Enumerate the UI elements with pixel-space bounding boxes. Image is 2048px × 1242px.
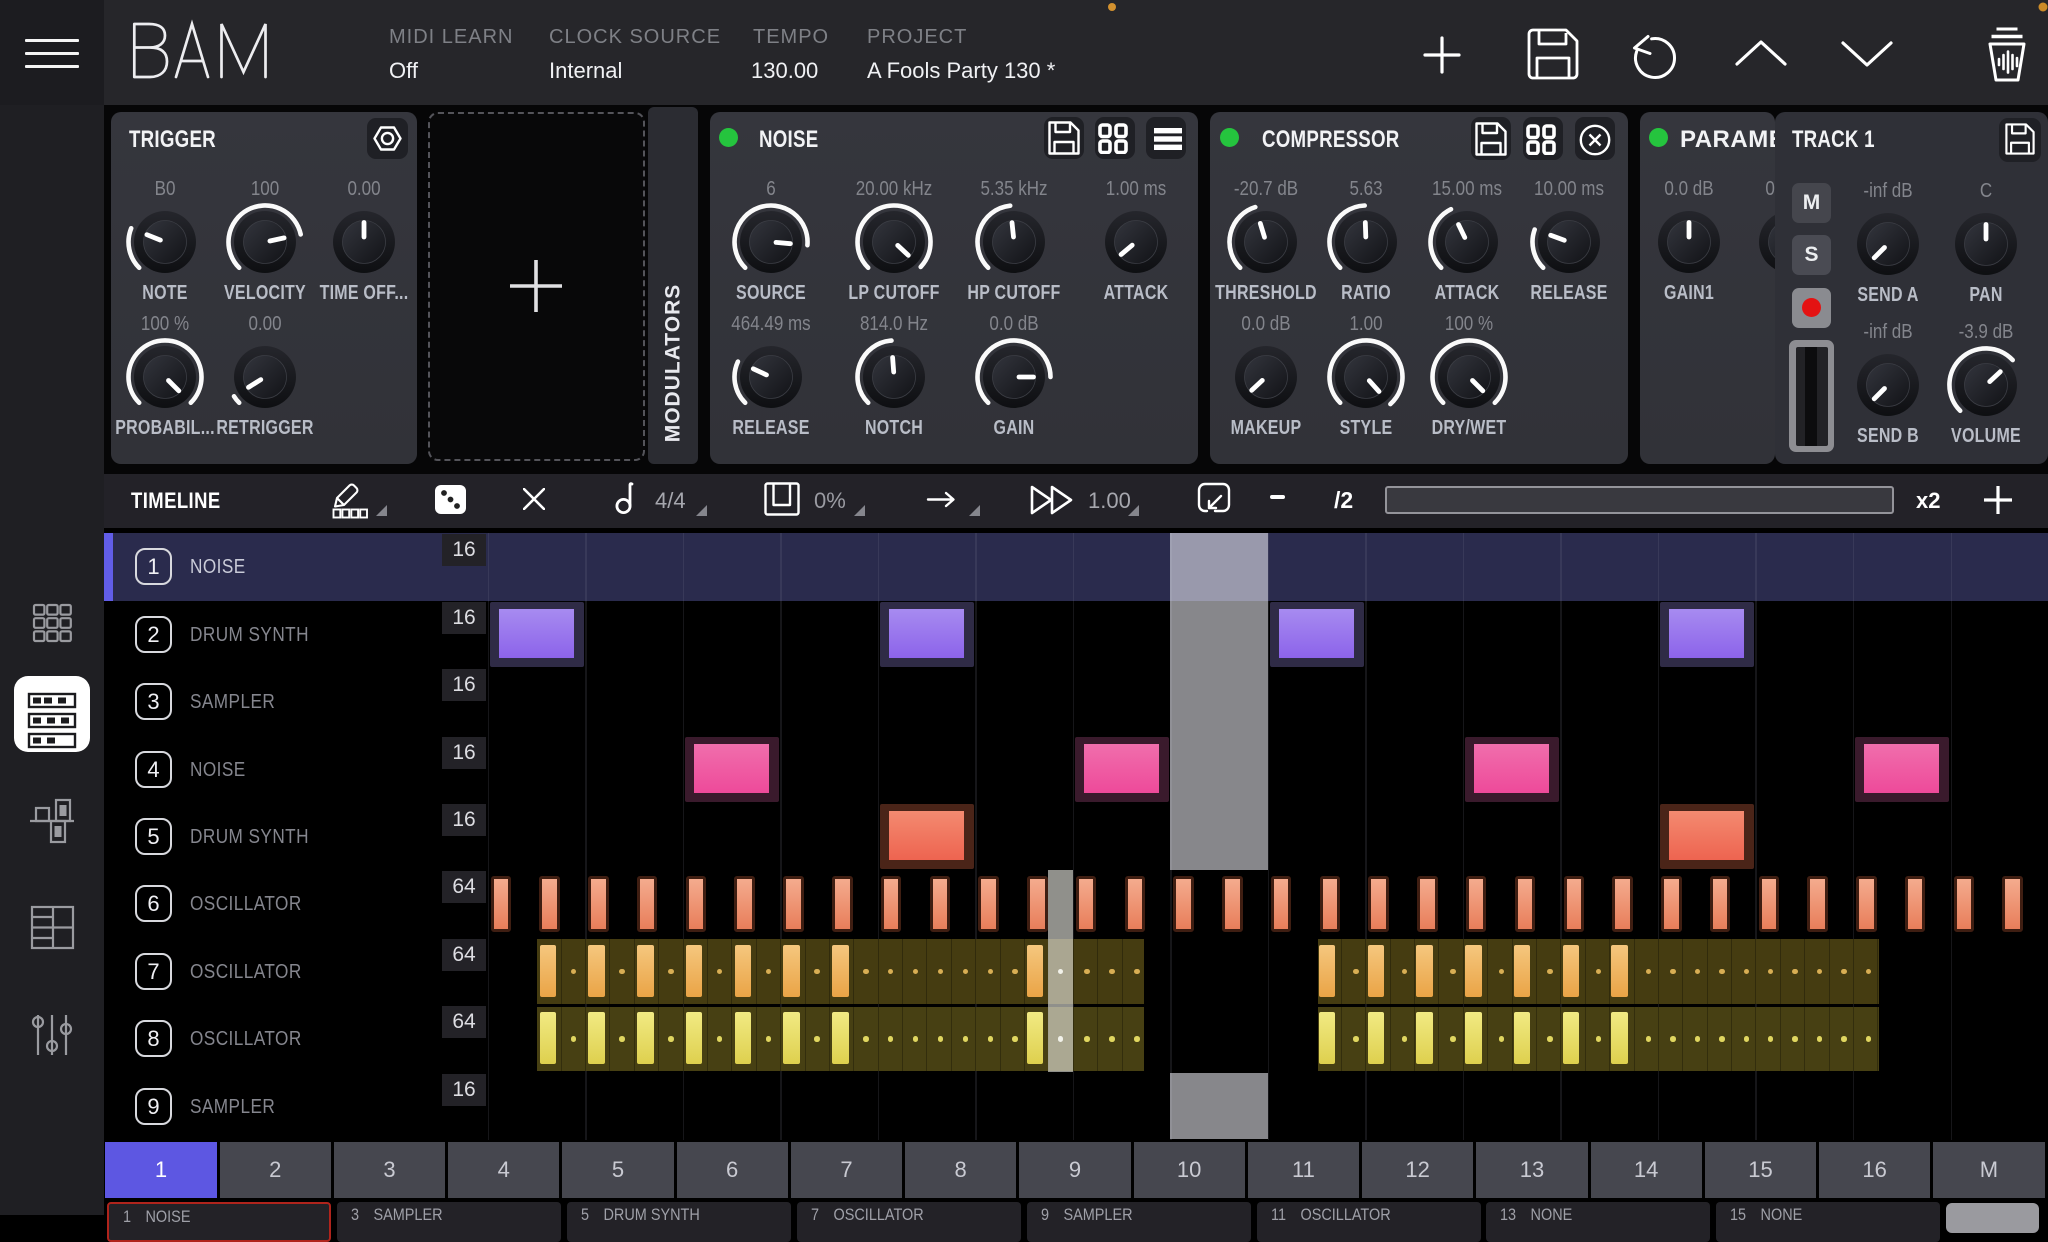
svg-text:MODULATORS: MODULATORS <box>662 284 685 443</box>
